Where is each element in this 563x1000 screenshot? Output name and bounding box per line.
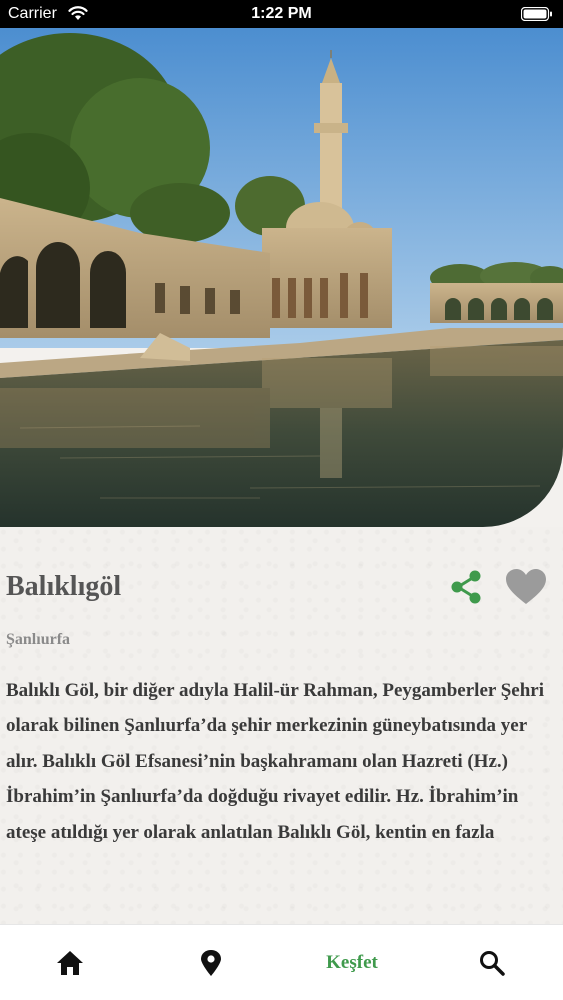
nav-map[interactable] xyxy=(181,925,241,1000)
place-title: Balıklıgöl xyxy=(6,571,122,602)
battery-icon xyxy=(521,7,552,21)
nav-home[interactable] xyxy=(40,925,100,1000)
hero-image xyxy=(0,28,563,527)
share-icon[interactable] xyxy=(447,568,485,606)
map-pin-icon xyxy=(201,950,221,976)
nav-explore-label: Keşfet xyxy=(326,952,378,973)
bottom-nav: Keşfet xyxy=(0,924,563,1000)
place-detail: Balıklıgöl Şanlıurfa Balıklı Göl, bir di… xyxy=(0,527,563,924)
status-bar: Carrier 1:22 PM xyxy=(0,0,563,28)
heart-icon[interactable] xyxy=(505,568,547,606)
nav-explore[interactable]: Keşfet xyxy=(300,925,404,1000)
place-city: Şanlıurfa xyxy=(6,631,71,648)
search-icon xyxy=(480,951,505,976)
home-icon xyxy=(57,951,83,975)
place-description: Balıklı Göl, bir diğer adıyla Halil-ür R… xyxy=(6,680,545,843)
nav-search[interactable] xyxy=(462,925,522,1000)
status-time: 1:22 PM xyxy=(251,5,312,22)
